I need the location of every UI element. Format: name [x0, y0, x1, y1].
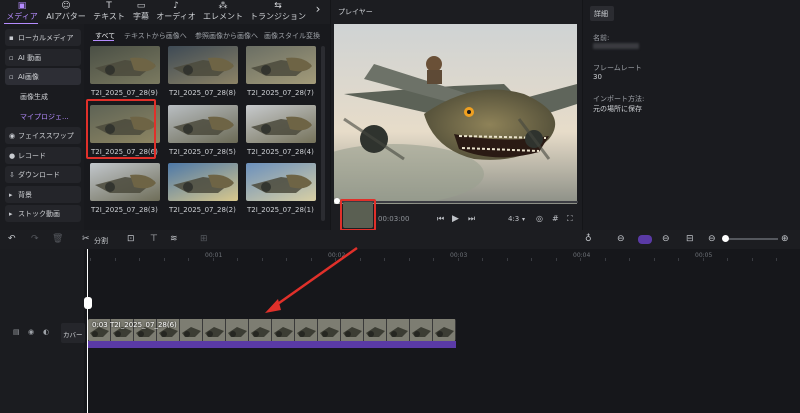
annotation-arrow — [265, 246, 358, 313]
